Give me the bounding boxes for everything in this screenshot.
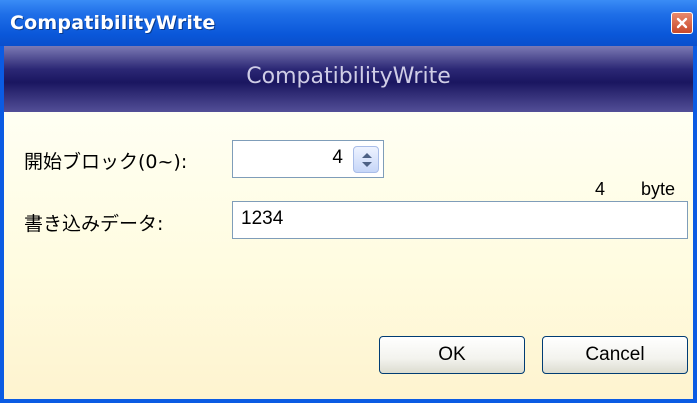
data-label: 書き込みデータ:	[24, 213, 164, 235]
title-bar[interactable]: CompatibilityWrite	[0, 0, 697, 46]
dialog-body: CompatibilityWrite 開始ブロック(0~): 4 4 byte …	[4, 46, 693, 399]
header-banner: CompatibilityWrite	[4, 46, 693, 112]
start-block-value[interactable]: 4	[332, 147, 343, 169]
banner-title: CompatibilityWrite	[246, 64, 451, 89]
cancel-button[interactable]: Cancel	[542, 336, 688, 374]
write-data-input[interactable]: 1234	[232, 201, 688, 239]
start-block-spinner[interactable]: 4	[232, 140, 384, 178]
spinner-buttons[interactable]	[353, 146, 379, 173]
spin-up-down-icon[interactable]	[360, 150, 374, 170]
dialog-window: CompatibilityWrite CompatibilityWrite 開始…	[0, 0, 697, 403]
size-unit: byte	[641, 179, 676, 199]
ok-button[interactable]: OK	[379, 336, 525, 374]
window-title: CompatibilityWrite	[10, 12, 216, 34]
close-button[interactable]	[671, 12, 693, 34]
close-icon	[676, 17, 688, 29]
start-block-label: 開始ブロック(0~):	[24, 151, 188, 173]
size-value: 4	[595, 179, 606, 199]
